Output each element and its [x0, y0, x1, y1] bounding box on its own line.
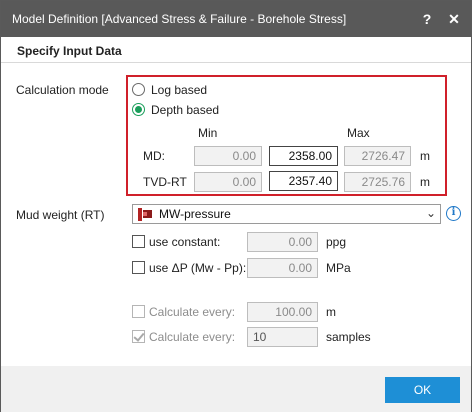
mud-weight-value: MW-pressure: [159, 207, 231, 221]
close-button[interactable]: ✕: [444, 9, 464, 29]
tvd-rt-label: TVD-RT: [143, 175, 187, 189]
use-delta-p-input[interactable]: 0.00: [247, 258, 318, 278]
md-max-field: 2726.47: [344, 146, 411, 166]
tvd-max-field: 2725.76: [344, 172, 411, 192]
calc-every-m-checkbox[interactable]: [132, 305, 145, 318]
window-title: Model Definition [Advanced Stress & Fail…: [12, 12, 347, 26]
log-based-label[interactable]: Log based: [151, 83, 207, 97]
md-value-input[interactable]: 2358.00: [269, 146, 338, 166]
tvd-min-field: 0.00: [194, 172, 262, 192]
log-based-radio[interactable]: [132, 83, 145, 96]
min-header: Min: [198, 126, 218, 140]
use-delta-p-checkbox[interactable]: [132, 261, 145, 274]
help-button[interactable]: ?: [417, 9, 437, 29]
depth-based-radio[interactable]: [132, 103, 145, 116]
mud-weight-dropdown[interactable]: MW-pressure ⌄: [132, 204, 441, 224]
title-bar: Model Definition [Advanced Stress & Fail…: [1, 1, 471, 37]
calc-every-samples-label: Calculate every:: [149, 330, 236, 344]
tvd-value-input[interactable]: 2357.40: [269, 171, 338, 191]
log-curve-icon: [138, 208, 152, 221]
use-delta-p-label: use ΔP (Mw - Pp):: [149, 261, 247, 275]
section-header: Specify Input Data: [1, 37, 471, 63]
calc-every-m-unit: m: [326, 305, 336, 319]
depth-based-label[interactable]: Depth based: [151, 103, 219, 117]
use-delta-p-unit: MPa: [326, 261, 351, 275]
tvd-unit: m: [420, 175, 430, 189]
max-header: Max: [347, 126, 370, 140]
section-title: Specify Input Data: [17, 44, 122, 58]
use-constant-label: use constant:: [149, 235, 221, 249]
mud-weight-label: Mud weight (RT): [16, 208, 105, 222]
md-label: MD:: [143, 149, 165, 163]
calc-every-m-input[interactable]: 100.00: [247, 302, 318, 322]
use-constant-unit: ppg: [326, 235, 347, 249]
calc-every-samples-unit: samples: [326, 330, 371, 344]
calc-every-samples-input[interactable]: 10: [247, 327, 318, 347]
chevron-down-icon: ⌄: [425, 206, 436, 220]
ok-button[interactable]: OK: [385, 377, 460, 403]
calculation-mode-label: Calculation mode: [16, 83, 109, 97]
model-definition-dialog: Model Definition [Advanced Stress & Fail…: [0, 0, 472, 412]
use-constant-checkbox[interactable]: [132, 235, 145, 248]
md-unit: m: [420, 149, 430, 163]
calc-every-m-label: Calculate every:: [149, 305, 236, 319]
md-min-field: 0.00: [194, 146, 262, 166]
calc-every-samples-checkbox[interactable]: [132, 330, 145, 343]
use-constant-input[interactable]: 0.00: [247, 232, 318, 252]
info-icon[interactable]: i: [446, 206, 461, 221]
